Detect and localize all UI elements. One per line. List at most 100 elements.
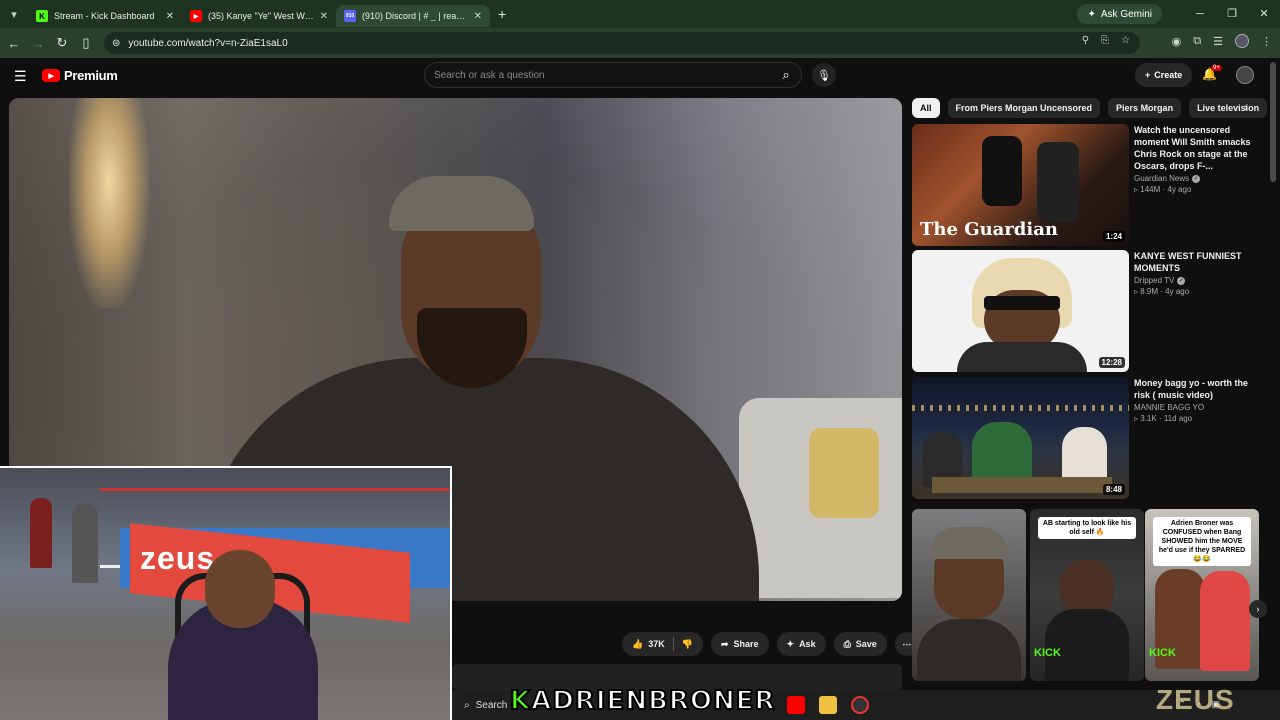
- short-caption: Adrien Broner was CONFUSED when Bang SHO…: [1153, 517, 1251, 566]
- youtube-premium-logo[interactable]: ▶ Premium: [42, 68, 118, 83]
- view-count: 8.9M: [1140, 287, 1159, 296]
- tab-search-chevron-icon[interactable]: ▾: [0, 0, 28, 28]
- browser-toolbar: ← → ↻ ▯ ⊜ youtube.com/watch?v=n-ZiaE1saL…: [0, 28, 1280, 58]
- voice-search-mic-icon[interactable]: 🎙: [812, 63, 836, 87]
- close-window-icon[interactable]: ✕: [1248, 0, 1280, 28]
- short-figure: [1200, 571, 1250, 671]
- zoom-icon[interactable]: ⚲: [1082, 35, 1089, 46]
- back-arrow-icon[interactable]: ←: [2, 36, 26, 51]
- minimize-icon[interactable]: ─: [1184, 0, 1216, 28]
- channel-row: Dripped TV ✓: [1134, 276, 1262, 285]
- new-tab-plus-icon[interactable]: +: [498, 6, 506, 22]
- address-bar[interactable]: ⊜ youtube.com/watch?v=n-ZiaE1saL0: [104, 32, 1140, 54]
- short-card[interactable]: Adrien Broner was CONFUSED when Bang SHO…: [1145, 509, 1259, 681]
- url-text: youtube.com/watch?v=n-ZiaE1saL0: [128, 37, 288, 49]
- bookmark-star-icon[interactable]: ☆: [1121, 35, 1130, 46]
- video-thumbnail[interactable]: 12:28: [912, 250, 1129, 372]
- views-icon: ▹: [1134, 185, 1139, 194]
- youtube-play-logo-icon: ▶: [42, 69, 60, 82]
- more-horizontal-icon: ⋯: [902, 638, 912, 649]
- hamburger-menu-icon[interactable]: ☰: [14, 68, 27, 85]
- reload-icon[interactable]: ↻: [50, 35, 74, 51]
- thumbs-down-icon[interactable]: 👎: [682, 639, 693, 650]
- extensions-puzzle-icon[interactable]: ⧉: [1193, 35, 1201, 48]
- video-title[interactable]: KANYE WEST FUNNIEST MOMENTS: [1134, 250, 1262, 274]
- youtube-app-icon[interactable]: [787, 696, 805, 714]
- share-label: Share: [733, 639, 759, 649]
- channel-name[interactable]: Dripped TV: [1134, 276, 1174, 285]
- verified-check-icon: ✓: [1177, 276, 1186, 285]
- tab-title: (35) Kanye "Ye" West WALKS OU: [208, 11, 314, 21]
- short-card[interactable]: [912, 509, 1026, 681]
- chip-piers-morgan[interactable]: Piers Morgan: [1108, 98, 1182, 118]
- like-divider: [672, 637, 674, 651]
- views-icon: ▹: [1134, 414, 1139, 423]
- video-title[interactable]: Watch the uncensored moment Will Smith s…: [1134, 124, 1262, 172]
- streamer-webcam-overlay: zeus: [0, 466, 452, 720]
- shorts-next-chevron-icon[interactable]: ›: [1249, 600, 1267, 618]
- browser-tab-discord[interactable]: 910 (910) Discord | # _ | reactions ✕: [336, 5, 490, 27]
- share-button[interactable]: ➦ Share: [710, 632, 769, 656]
- reading-list-icon[interactable]: ☰: [1213, 35, 1223, 48]
- recommended-video[interactable]: 12:28 KANYE WEST FUNNIEST MOMENTS Drippe…: [912, 250, 1262, 372]
- short-caption: AB starting to look like his old self 🔥: [1038, 517, 1136, 539]
- save-button[interactable]: ⎙ Save: [833, 632, 887, 656]
- view-count: 144M: [1140, 185, 1161, 194]
- guardian-thumb-text: The Guardian: [920, 219, 1058, 240]
- like-count: 37K: [648, 639, 665, 649]
- thumb-sunglasses: [984, 296, 1060, 310]
- tab-close-icon[interactable]: ✕: [474, 11, 482, 22]
- channel-name[interactable]: Guardian News: [1134, 174, 1189, 183]
- restore-icon[interactable]: ❐: [1216, 0, 1248, 28]
- chips-next-chevron-icon[interactable]: ›: [1236, 98, 1256, 118]
- search-button-icon[interactable]: ⌕: [771, 63, 801, 87]
- chip-all[interactable]: All: [912, 98, 940, 118]
- like-dislike-button[interactable]: 👍 37K 👎: [622, 632, 703, 656]
- channel-name[interactable]: MANNIE BAGG YO: [1134, 403, 1204, 412]
- tab-close-icon[interactable]: ✕: [166, 11, 174, 22]
- install-app-icon[interactable]: ⎘: [1101, 35, 1109, 46]
- browser-tab-bar: ▾ K Stream - Kick Dashboard ✕ ▶ (35) Kan…: [0, 0, 1280, 28]
- site-info-icon[interactable]: ⊜: [112, 38, 120, 49]
- ask-label: Ask: [799, 639, 816, 649]
- browser-tab-youtube[interactable]: ▶ (35) Kanye "Ye" West WALKS OU ✕: [182, 5, 336, 27]
- create-label: Create: [1154, 70, 1183, 80]
- background-person: [72, 503, 98, 583]
- thumb-table: [932, 477, 1112, 493]
- browser-menu-icon[interactable]: ⋮: [1261, 35, 1272, 48]
- short-card[interactable]: AB starting to look like his old self 🔥 …: [1030, 509, 1144, 681]
- address-bar-actions: ⚲ ⎘ ☆: [1082, 35, 1130, 46]
- tab-close-icon[interactable]: ✕: [320, 11, 328, 22]
- upload-age: 4y ago: [1167, 185, 1192, 194]
- page-scrollbar[interactable]: [1270, 62, 1276, 182]
- taskbar-search[interactable]: ⌕ Search: [464, 700, 507, 711]
- ask-button[interactable]: ✦ Ask: [776, 632, 826, 656]
- background-person: [30, 498, 52, 568]
- side-panel-icon[interactable]: ▯: [74, 35, 98, 51]
- kick-favicon-icon: K: [36, 10, 48, 22]
- thumb-city-lights: [912, 405, 1129, 411]
- ask-gemini-button[interactable]: ✦ Ask Gemini: [1077, 4, 1162, 24]
- chip-piers-morgan-uncensored[interactable]: From Piers Morgan Uncensored: [947, 98, 1101, 118]
- video-thumbnail[interactable]: The Guardian 1:24: [912, 124, 1129, 246]
- share-arrow-icon: ➦: [720, 638, 729, 649]
- video-thumbnail[interactable]: 8:48: [912, 377, 1129, 499]
- forward-arrow-icon[interactable]: →: [26, 36, 50, 51]
- obs-app-icon[interactable]: [851, 696, 869, 714]
- create-button[interactable]: + Create: [1135, 63, 1193, 87]
- search-input[interactable]: Search or ask a question ⌕: [424, 62, 802, 88]
- tab-title: Stream - Kick Dashboard: [54, 11, 155, 21]
- short-cap: [930, 527, 1008, 559]
- profile-avatar-icon[interactable]: [1235, 34, 1249, 48]
- file-explorer-icon[interactable]: [819, 696, 837, 714]
- browser-tab-kick[interactable]: K Stream - Kick Dashboard ✕: [28, 5, 182, 27]
- recommended-video[interactable]: The Guardian 1:24 Watch the uncensored m…: [912, 124, 1262, 246]
- thumbs-up-icon[interactable]: 👍: [632, 639, 643, 650]
- tab-title: (910) Discord | # _ | reactions: [362, 11, 468, 21]
- kick-logo-text: KICK: [1034, 647, 1061, 659]
- video-title[interactable]: Money bagg yo - worth the risk ( music v…: [1134, 377, 1262, 401]
- account-avatar[interactable]: [1236, 66, 1254, 84]
- recommended-video[interactable]: 8:48 Money bagg yo - worth the risk ( mu…: [912, 377, 1262, 499]
- vpn-extension-icon[interactable]: ◉: [1172, 35, 1182, 48]
- streamer-head: [205, 550, 275, 628]
